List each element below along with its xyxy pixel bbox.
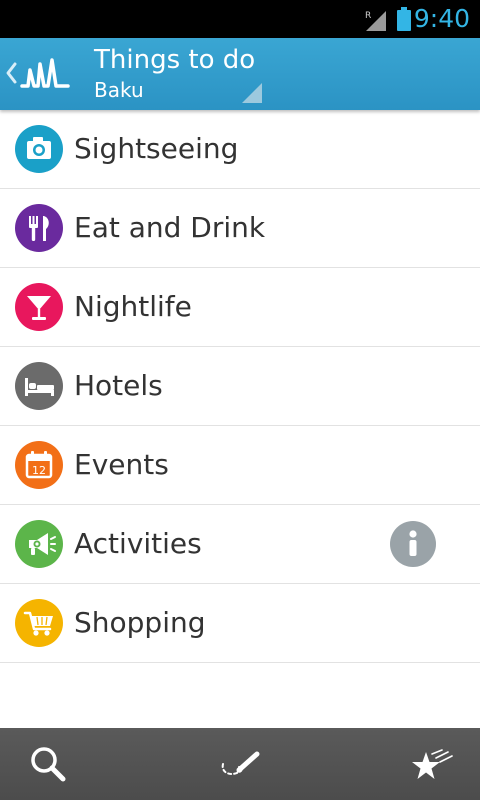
battery-icon [397,7,411,31]
bed-icon [15,362,63,410]
calendar-icon: 12 [15,441,63,489]
info-button[interactable] [390,521,436,567]
list-item-label: Nightlife [74,290,192,323]
list-item-label: Eat and Drink [74,211,266,244]
list-item-activities[interactable]: Activities [0,505,480,584]
info-icon [409,530,417,556]
list-item-nightlife[interactable]: Nightlife [0,268,480,347]
network-indicator: R [365,11,371,21]
list-item-events[interactable]: 12 Events [0,426,480,505]
category-list: Sightseeing Eat and Drink Nightlife Hote… [0,110,480,663]
back-chevron-icon[interactable] [4,60,18,86]
route-button[interactable] [217,742,263,788]
list-item-sightseeing[interactable]: Sightseeing [0,110,480,189]
list-item-label: Activities [74,527,202,560]
favorites-stars-icon [412,749,453,779]
list-item-hotels[interactable]: Hotels [0,347,480,426]
list-item-shopping[interactable]: Shopping [0,584,480,663]
fork-knife-icon [15,204,63,252]
signal-icon: R [365,11,386,31]
status-bar: R 9:40 [0,0,480,38]
route-pencil-icon [221,751,260,775]
calendar-day: 12 [32,464,46,477]
status-time: 9:40 [413,4,470,33]
list-item-label: Events [74,448,169,481]
camera-icon [15,125,63,173]
search-icon [31,747,66,782]
list-item-label: Hotels [74,369,163,402]
cart-icon [15,599,63,647]
location-subtitle[interactable]: Baku [94,78,144,102]
search-button[interactable] [26,742,72,788]
action-bar: Things to do Baku [0,38,480,110]
list-item-eat-and-drink[interactable]: Eat and Drink [0,189,480,268]
favorites-button[interactable] [410,742,456,788]
bottom-toolbar [0,728,480,800]
app-logo-icon[interactable] [20,56,70,92]
dropdown-corner-icon[interactable] [242,83,262,103]
list-item-label: Shopping [74,606,206,639]
list-item-label: Sightseeing [74,132,239,165]
cocktail-icon [15,283,63,331]
megaphone-icon [15,520,63,568]
page-title: Things to do [94,45,256,75]
